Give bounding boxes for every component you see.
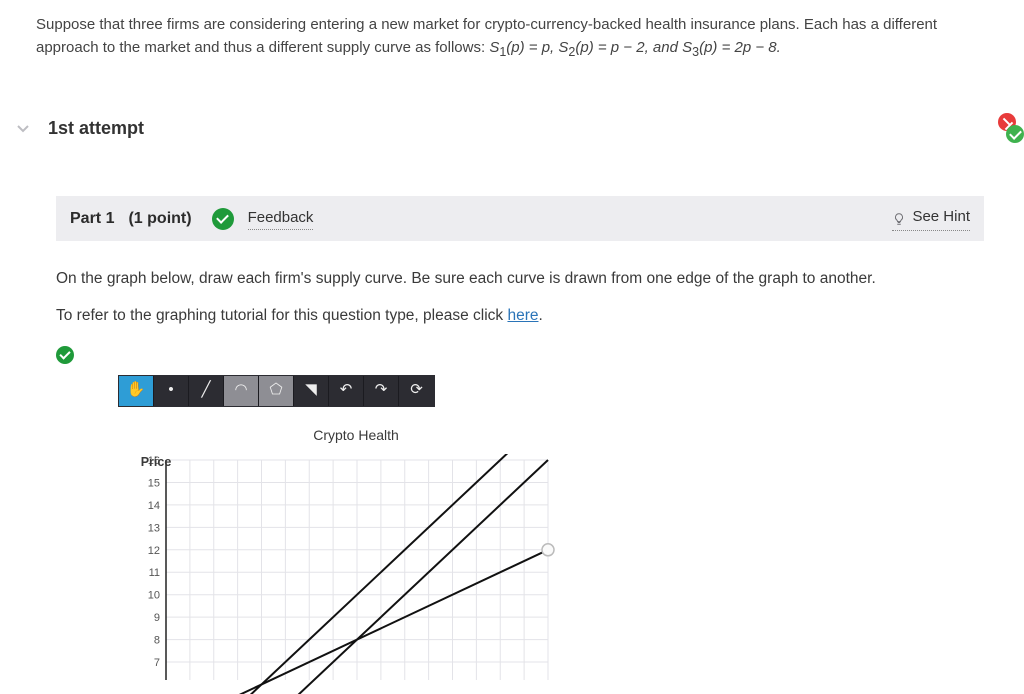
attempt-title: 1st attempt (48, 115, 144, 142)
line-handle[interactable] (542, 543, 554, 555)
eq-s3-arg: (p) = 2p − 8. (699, 39, 781, 56)
point-tool-icon: • (168, 379, 173, 402)
label-tool[interactable]: ◥ (294, 376, 329, 406)
lightbulb-icon (892, 211, 906, 225)
chevron-down-icon (16, 122, 30, 136)
part-label: Part 1 (70, 207, 114, 231)
instructions: On the graph below, draw each firm's sup… (56, 267, 984, 365)
chart-area[interactable]: Price Crypto Health 78910111213141516 (118, 425, 984, 694)
y-axis-label: Price (141, 453, 172, 472)
y-tick-label: 8 (154, 634, 160, 646)
eq-s2-lhs: S (558, 39, 568, 56)
instruction-line1: On the graph below, draw each firm's sup… (56, 267, 984, 290)
chart-svg[interactable]: 78910111213141516 (118, 454, 558, 694)
y-tick-label: 15 (148, 477, 160, 489)
eq-s1-arg: (p) = p, (506, 39, 558, 56)
line-tool-icon: ╱ (201, 379, 210, 402)
area-tool-icon: ⬠ (269, 379, 282, 402)
correct-icon (1006, 125, 1024, 143)
eq-s2-arg: (p) = p − 2, and (575, 39, 682, 56)
area-tool[interactable]: ⬠ (259, 376, 294, 406)
y-tick-label: 10 (148, 589, 160, 601)
y-tick-label: 9 (154, 612, 160, 624)
reset-tool-icon: ⟳ (410, 379, 423, 402)
feedback-link[interactable]: Feedback (248, 207, 314, 231)
hand-tool[interactable]: ✋ (119, 376, 154, 406)
point-tool[interactable]: • (154, 376, 189, 406)
hand-tool-icon: ✋ (127, 379, 146, 402)
curve-tool-icon: ◠ (234, 379, 247, 402)
question-text: Suppose that three firms are considering… (0, 0, 1024, 73)
attempt-status-icons (998, 113, 1024, 143)
y-tick-label: 14 (148, 499, 160, 511)
eq-s1-lhs: S (489, 39, 499, 56)
sub-check-icon (56, 346, 74, 364)
label-tool-icon: ◥ (305, 379, 317, 402)
redo-tool-icon: ↷ (375, 379, 388, 402)
undo-tool-icon: ↶ (340, 379, 353, 402)
curve-tool[interactable]: ◠ (224, 376, 259, 406)
question-intro: Suppose that three firms are considering… (36, 16, 937, 56)
chart-title: Crypto Health (158, 425, 554, 446)
line-tool[interactable]: ╱ (189, 376, 224, 406)
reset-tool[interactable]: ⟳ (399, 376, 434, 406)
y-tick-label: 12 (148, 544, 160, 556)
eq-s3-lhs: S (682, 39, 692, 56)
tutorial-link[interactable]: here (507, 307, 538, 324)
redo-tool[interactable]: ↷ (364, 376, 399, 406)
y-tick-label: 11 (149, 567, 160, 579)
y-tick-label: 7 (154, 657, 160, 669)
part-points: (1 point) (128, 207, 191, 231)
attempt-header[interactable]: 1st attempt (0, 101, 1024, 156)
graph-toolbar: ✋ • ╱ ◠ ⬠ ◥ ↶ ↷ ⟳ (118, 375, 435, 407)
hint-label: See Hint (912, 206, 970, 229)
undo-tool[interactable]: ↶ (329, 376, 364, 406)
see-hint-button[interactable]: See Hint (892, 206, 970, 231)
y-tick-label: 13 (148, 522, 160, 534)
instruction-line2: To refer to the graphing tutorial for th… (56, 304, 984, 327)
part-bar: Part 1 (1 point) Feedback See Hint (56, 196, 984, 241)
check-icon (212, 208, 234, 230)
